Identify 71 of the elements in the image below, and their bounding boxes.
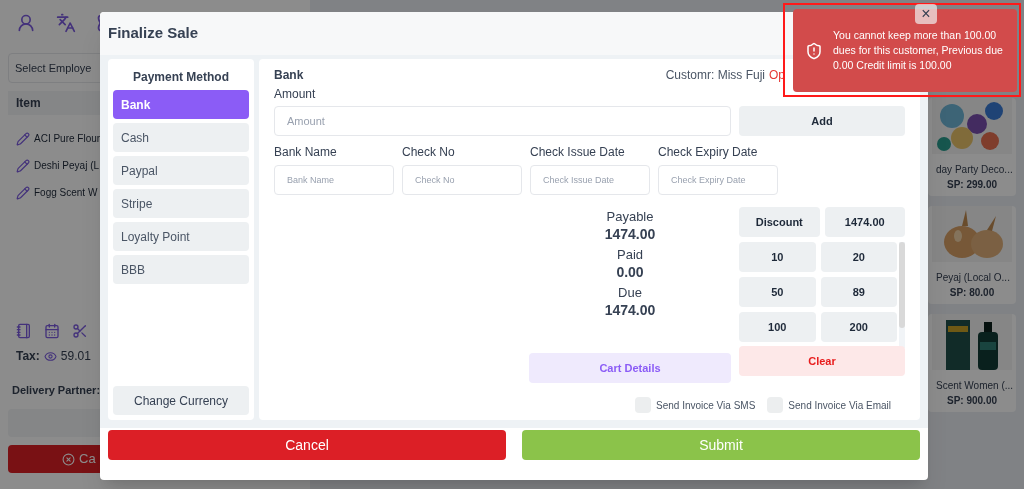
summary-value: 1474.00	[604, 225, 656, 243]
quick-amount-button[interactable]: 20	[820, 242, 897, 272]
product-price: SP: 900.00	[946, 394, 997, 408]
customer-label: Customr: Miss Fuji	[665, 67, 765, 84]
product-name: Peyaj (Local O...	[935, 271, 1010, 285]
change-currency-button[interactable]: Change Currency	[113, 386, 249, 415]
translate-icon[interactable]	[56, 12, 76, 33]
field-label: Bank Name	[274, 144, 338, 161]
summary-label: Due	[618, 285, 642, 301]
eye-icon[interactable]	[43, 349, 57, 363]
checkbox-label: Send Invoice Via SMS	[656, 398, 756, 413]
column-header: Item	[16, 95, 41, 112]
product-price: SP: 299.00	[946, 178, 997, 192]
quick-amount-button[interactable]: 100	[739, 312, 816, 342]
notebook-icon[interactable]	[16, 323, 32, 339]
bank-detail-field[interactable]: Bank Name	[274, 165, 394, 195]
pencil-icon[interactable]	[16, 185, 30, 200]
summary-value: 1474.00	[604, 301, 656, 319]
user-icon[interactable]	[16, 12, 36, 33]
dialog-title: Finalize Sale	[108, 23, 199, 44]
pencil-icon[interactable]	[16, 131, 30, 146]
payment-method-option[interactable]: BBB	[113, 255, 249, 284]
product-card[interactable]: day Party Deco... SP: 299.00	[928, 98, 1016, 196]
payment-method-option[interactable]: Bank	[113, 90, 249, 119]
quick-amount-button[interactable]: 89	[820, 277, 897, 307]
method-title: Bank	[274, 67, 304, 84]
cancel-button[interactable]: Cancel	[108, 430, 506, 460]
field-label: Check Issue Date	[530, 144, 626, 161]
quick-amount-button[interactable]: 50	[739, 277, 816, 307]
bank-detail-field[interactable]: Check Issue Date	[530, 165, 650, 195]
summary-value: 0.00	[616, 263, 644, 281]
product-price: SP: 80.00	[949, 286, 995, 300]
close-circle-icon	[62, 452, 75, 466]
quick-amount-button[interactable]: 10	[739, 242, 816, 272]
discount-button[interactable]: Discount	[739, 207, 820, 237]
field-label: Check Expiry Date	[658, 144, 759, 161]
checkbox-label: Send Invoice Via Email	[788, 398, 891, 413]
field-label: Check No	[402, 144, 456, 161]
bank-detail-field[interactable]: Check Expiry Date	[658, 165, 778, 195]
close-button[interactable]: ×	[915, 4, 937, 24]
bank-detail-field[interactable]: Check No	[402, 165, 522, 195]
summary-label: Payable	[606, 209, 654, 225]
product-card[interactable]: Scent Women (... SP: 900.00	[928, 314, 1016, 412]
payment-method-option[interactable]: Cash	[113, 123, 249, 152]
product-name: Scent Women (...	[935, 379, 1014, 393]
tax-value: 59.01	[60, 348, 91, 365]
scissors-icon[interactable]	[72, 323, 88, 339]
quick-amount-button[interactable]: 200	[820, 312, 897, 342]
summary-label: Paid	[617, 247, 643, 263]
toast-message: You cannot keep more than 100.00 dues for this customer, Previous due 0.00 Credit limit is 100.00	[833, 28, 1004, 73]
payment-method-option[interactable]: Loyalty Point	[113, 222, 249, 251]
payment-method-option[interactable]: Paypal	[113, 156, 249, 185]
discount-value-button[interactable]: 1474.00	[824, 207, 905, 237]
product-card[interactable]: Peyaj (Local O... SP: 80.00	[928, 206, 1016, 304]
pencil-icon[interactable]	[16, 158, 30, 173]
cart-item-name: Fogg Scent W	[34, 186, 98, 200]
delivery-partner-label: Delivery Partner:	[12, 384, 101, 396]
payment-method-option[interactable]: Stripe	[113, 189, 249, 218]
amount-label: Amount	[274, 86, 317, 103]
product-name: day Party Deco...	[935, 163, 1013, 177]
add-button[interactable]: Add	[739, 106, 905, 136]
cart-details-button[interactable]: Cart Details	[529, 353, 731, 383]
cart-item-name: Deshi Peyaj (L	[34, 159, 100, 173]
clear-button[interactable]: Clear	[739, 346, 905, 376]
shield-alert-icon	[805, 41, 823, 60]
payment-method-title: Payment Method	[133, 69, 229, 86]
amount-field[interactable]: Amount	[274, 106, 731, 136]
cart-item-name: ACI Pure Flour	[34, 132, 101, 146]
tax-label: Tax:	[16, 348, 40, 365]
scrollbar[interactable]	[899, 242, 905, 348]
calendar-icon[interactable]	[44, 323, 60, 339]
